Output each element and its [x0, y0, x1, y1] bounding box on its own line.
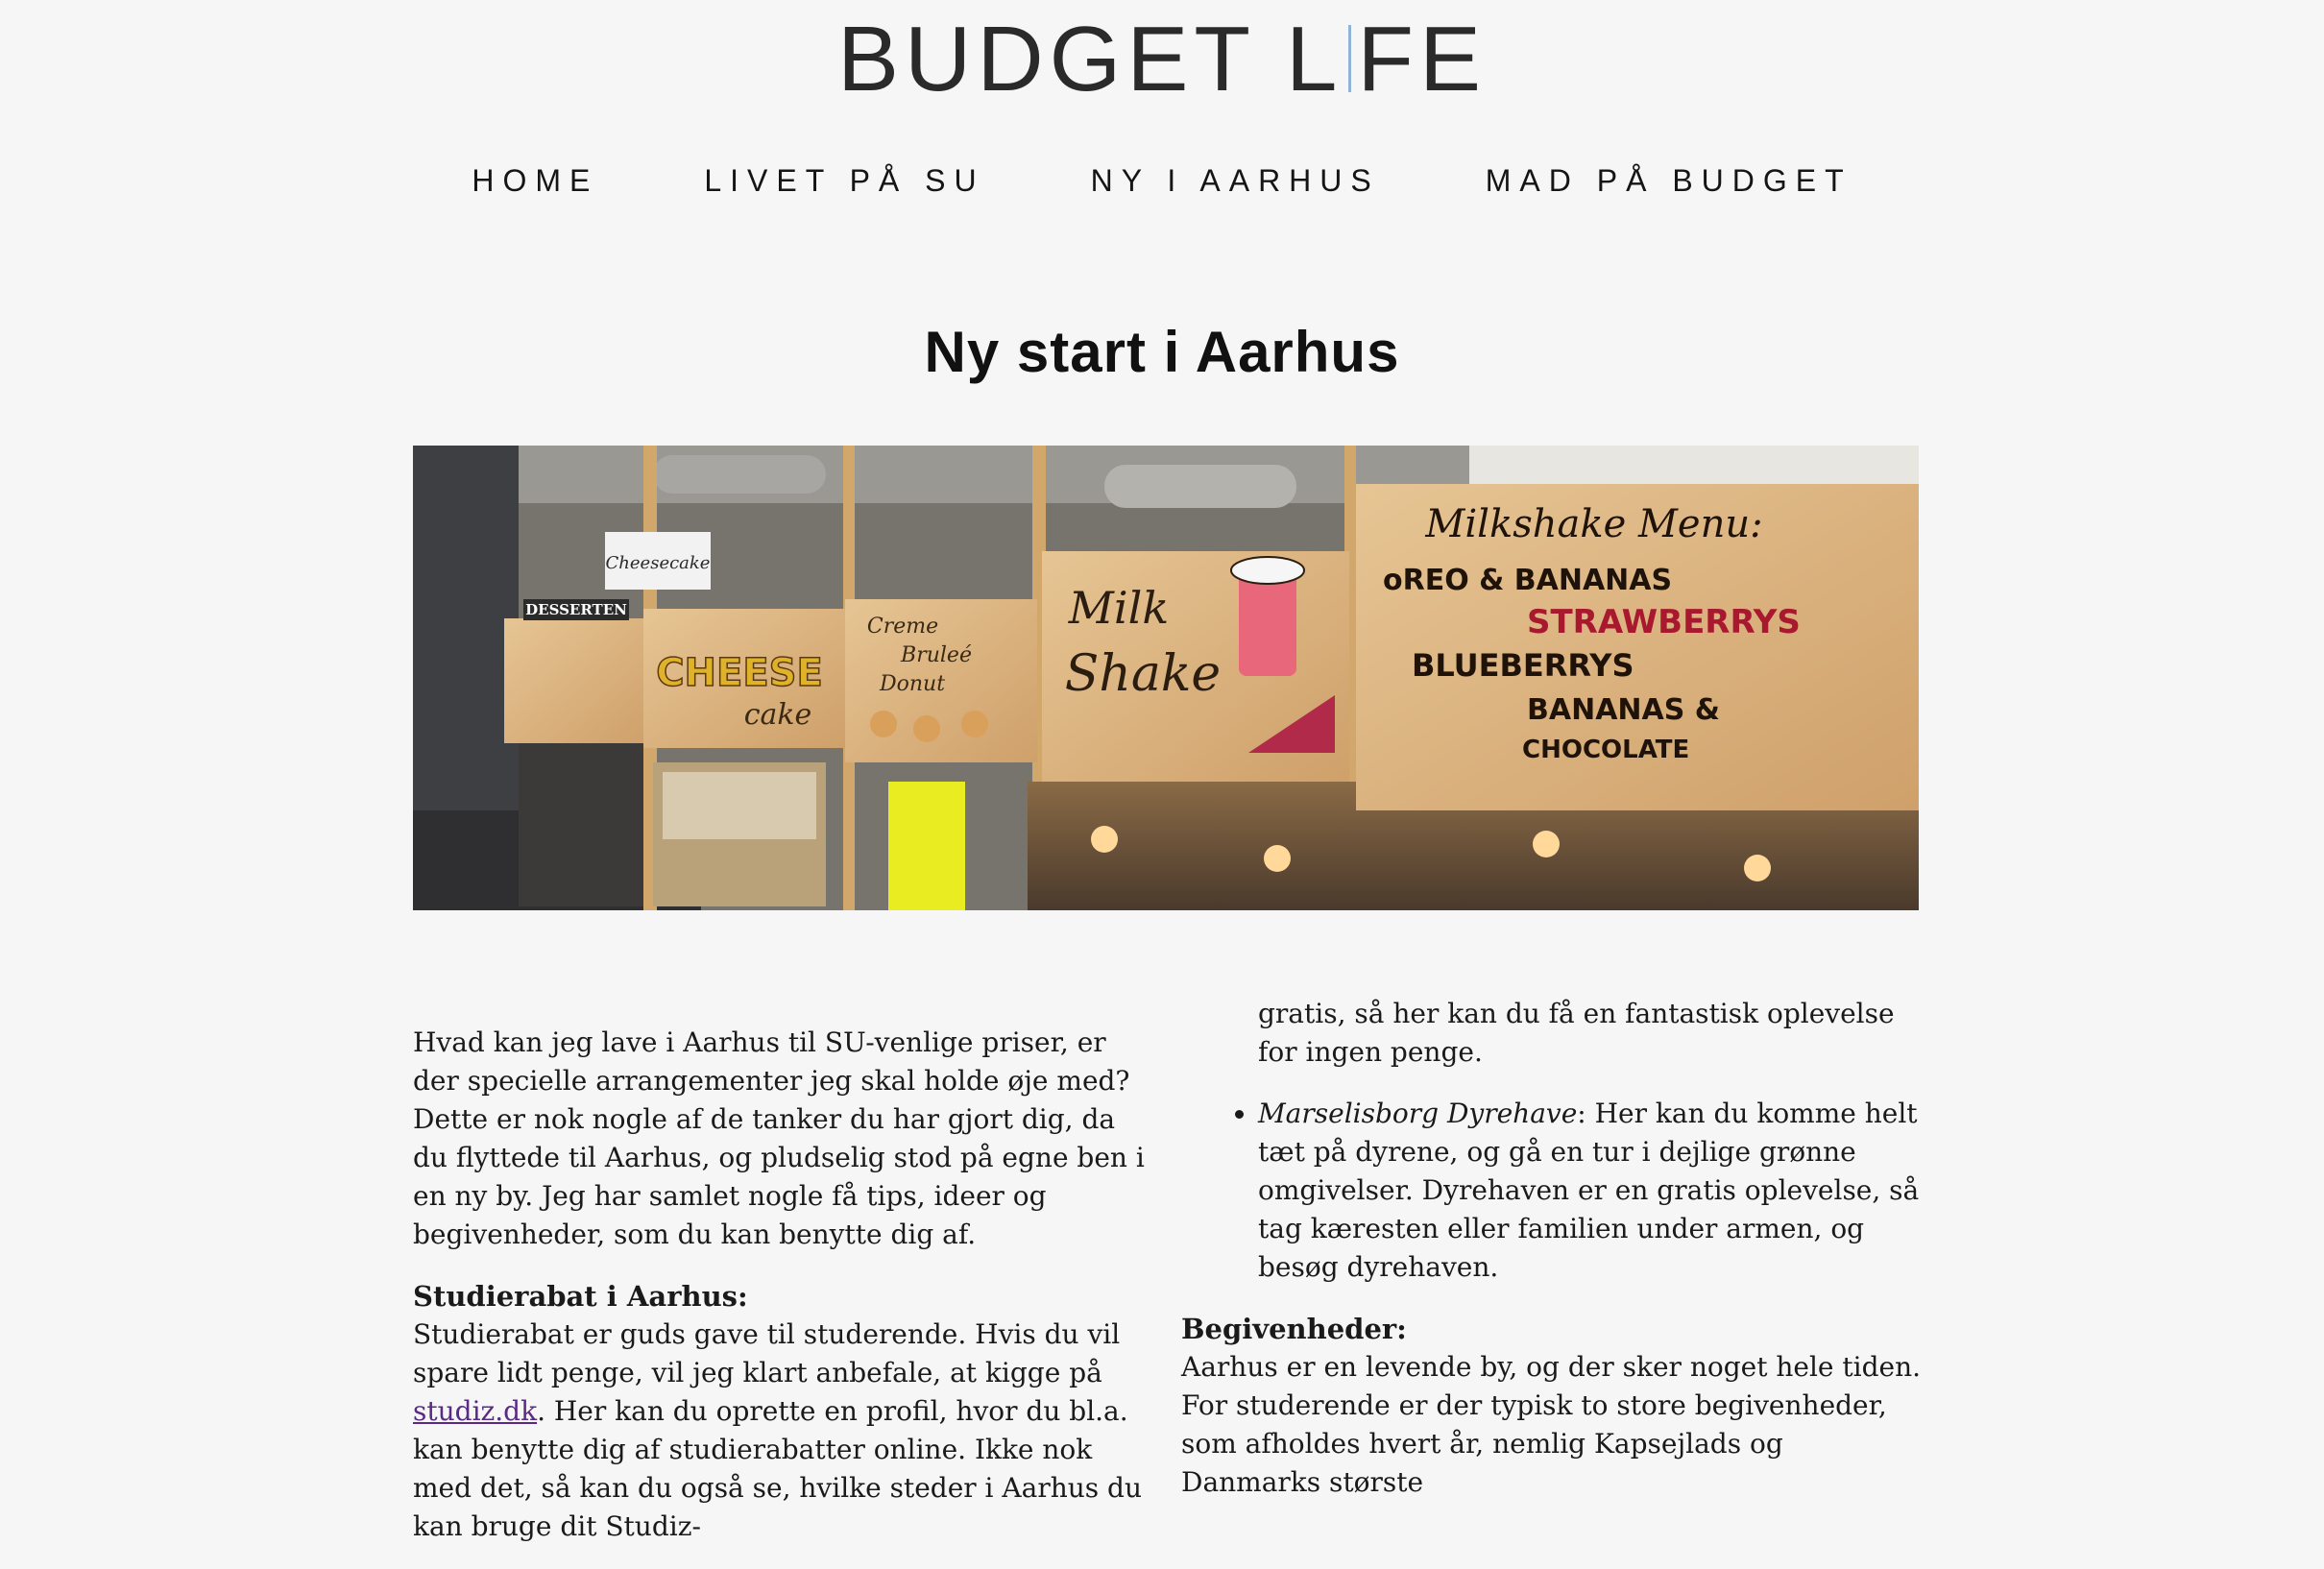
menu-item-5: CHOCOLATE	[1522, 736, 1689, 764]
dessert-sign: DESSERTEN	[504, 599, 648, 743]
hero-illustration: DESSERTEN Cheesecake CHEESE cake Creme B…	[413, 446, 1919, 910]
sign-creme: Creme	[867, 615, 938, 639]
studierabat-heading: Studierabat i Aarhus:	[413, 1280, 748, 1313]
sign-cheese: CHEESE	[656, 651, 823, 695]
continued-paragraph: gratis, så her kan du få en fantastisk o…	[1258, 998, 1895, 1068]
nav-item-mad-paa-budget[interactable]: MAD PÅ BUDGET	[1486, 163, 1852, 199]
menu-item-4: BANANAS &	[1527, 693, 1720, 727]
sign-cheesecake: Cheesecake	[606, 553, 711, 573]
sign-milk: Milk	[1068, 582, 1169, 634]
main-nav: HOME LIVET PÅ SU NY I AARHUS MAD PÅ BUDG…	[0, 163, 2324, 199]
menu-item-1: oREO & BANANAS	[1383, 564, 1672, 597]
studierabat-paragraph: Studierabat er guds gave til studerende.…	[413, 1316, 1152, 1546]
logo-text-right: FE	[1357, 8, 1488, 110]
begivenheder-line-1: Aarhus er en levende by, og der sker nog…	[1181, 1351, 1922, 1383]
sign-cake: cake	[744, 698, 812, 732]
attractions-list: Marselisborg Dyrehave: Her kan du komme …	[1181, 1095, 1921, 1287]
nav-item-livet-paa-su[interactable]: LIVET PÅ SU	[704, 163, 984, 199]
milkshake-menu-sign: Milkshake Menu: oREO & BANANAS STRAWBERR…	[1356, 484, 1919, 810]
nav-item-home[interactable]: HOME	[472, 163, 598, 199]
sign-desserten: DESSERTEN	[525, 601, 627, 618]
list-item: Marselisborg Dyrehave: Her kan du komme …	[1258, 1095, 1921, 1287]
site-logo[interactable]: BUDGET L FE	[0, 13, 2324, 106]
article-column-left: Hvad kan jeg lave i Aarhus til SU-venlig…	[413, 1024, 1152, 1569]
list-item-title: Marselisborg Dyrehave	[1258, 1098, 1578, 1129]
nav-item-ny-i-aarhus[interactable]: NY I AARHUS	[1091, 163, 1380, 199]
intro-paragraph: Hvad kan jeg lave i Aarhus til SU-venlig…	[413, 1026, 1145, 1250]
menu-item-3: BLUEBERRYS	[1412, 647, 1634, 684]
studiz-link[interactable]: studiz.dk	[413, 1395, 537, 1427]
creme-brulee-sign: Creme Bruleé Donut	[845, 599, 1037, 762]
sign-brulee: Bruleé	[900, 643, 972, 667]
sign-donut: Donut	[879, 672, 945, 696]
milkshake-sign: Milk Shake	[1042, 551, 1349, 782]
page-title: Ny start i Aarhus	[924, 320, 1400, 384]
menu-title: Milkshake Menu:	[1424, 502, 1762, 546]
begivenheder-line-2: For studerende er der typisk to store be…	[1181, 1389, 1887, 1498]
logo-text-left: BUDGET L	[836, 8, 1344, 110]
begivenheder-heading: Begivenheder:	[1181, 1313, 1407, 1345]
menu-item-2: STRAWBERRYS	[1527, 603, 1801, 641]
studierabat-text-before: Studierabat er guds gave til studerende.…	[413, 1318, 1121, 1388]
article-column-right: gratis, så her kan du få en fantastisk o…	[1181, 995, 1921, 1502]
logo-divider	[1348, 25, 1352, 92]
hero-image: DESSERTEN Cheesecake CHEESE cake Creme B…	[413, 446, 1919, 910]
sign-shake: Shake	[1065, 645, 1221, 703]
